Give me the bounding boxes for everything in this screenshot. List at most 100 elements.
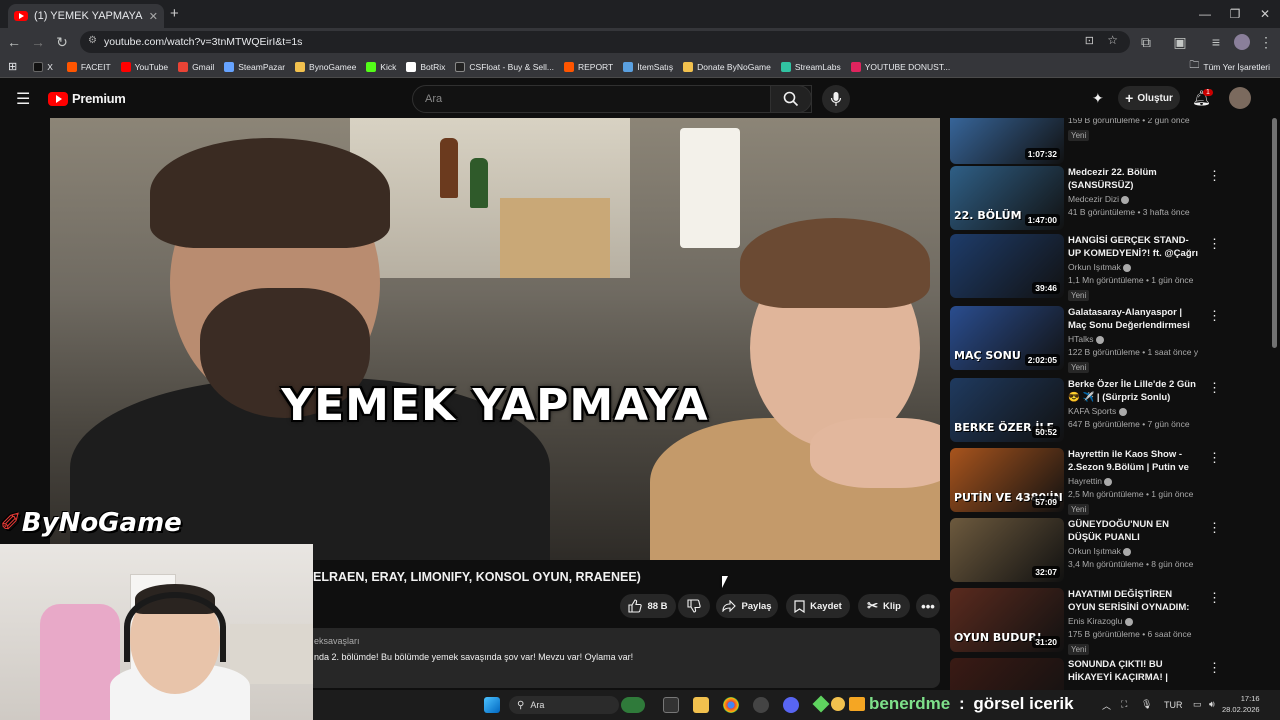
save-button[interactable]: Kaydet [786, 594, 850, 618]
more-vertical-icon[interactable]: ⋮ [1208, 520, 1221, 536]
video-title[interactable]: HANGİSİ GERÇEK STAND-UP KOMEDYENİ?! ft. … [1068, 234, 1198, 260]
profile-avatar[interactable] [1234, 34, 1250, 50]
clip-button[interactable]: ✂ Klip [858, 594, 910, 618]
restore-icon[interactable]: ❐ [1220, 4, 1250, 24]
bookmark-donate-bynogame[interactable]: Donate ByNoGame [683, 61, 771, 72]
video-thumbnail[interactable]: 22. BÖLÜM 1:47:00 [950, 166, 1064, 230]
like-button[interactable]: 88 B [620, 594, 676, 618]
tab-close-icon[interactable]: ✕ [149, 10, 158, 23]
media-icon[interactable]: ≡ [1206, 32, 1226, 52]
more-actions-button[interactable]: ••• [916, 594, 940, 618]
close-window-icon[interactable]: ✕ [1250, 4, 1280, 24]
more-vertical-icon[interactable]: ⋮ [1208, 380, 1221, 396]
video-title[interactable]: GÜNEYDOĞU'NUN EN DÜŞÜK PUANLI RESTORANTL… [1068, 518, 1198, 544]
bookmark-bynogamee[interactable]: BynoGamee [295, 61, 356, 72]
video-thumbnail[interactable]: 39:46 [950, 234, 1064, 298]
recommended-video[interactable]: MAÇ SONU 2:02:05 Galatasaray-Alanyaspor | … [950, 306, 1270, 373]
channel-name[interactable]: Medcezir Dizi [1068, 194, 1198, 204]
tray-chevron-icon[interactable]: ︿ [1102, 699, 1111, 712]
video-title[interactable]: SONUNDA ÇIKTI! BU HİKAYEYİ KAÇIRMA! | RE… [1068, 658, 1198, 684]
search-input[interactable]: Ara [412, 85, 812, 113]
video-thumbnail[interactable]: MAÇ SONU 2:02:05 [950, 306, 1064, 370]
bookmark-faceit[interactable]: FACEIT [66, 61, 111, 72]
channel-name[interactable]: Orkun Işıtmak [1068, 546, 1198, 556]
recommended-video[interactable]: 22. BÖLÜM 1:47:00 Medcezir 22. Bölüm (SANS… [950, 166, 1270, 232]
page-scrollbar[interactable] [1272, 118, 1277, 348]
forward-icon[interactable]: → [28, 32, 48, 52]
tray-volume-icon[interactable]: 🔊︎ [1209, 699, 1215, 710]
tab-active[interactable]: (1) YEMEK YAPMAYA GELDİK, D... ✕ [8, 4, 164, 28]
create-button[interactable]: + Oluştur [1118, 86, 1180, 110]
reload-icon[interactable]: ↻ [52, 32, 72, 52]
tray-mic-icon[interactable]: 🎙︎ [1141, 699, 1152, 710]
bookmark-csfloat[interactable]: CSFloat - Buy & Sell... [455, 61, 554, 72]
video-description[interactable]: eksavaşları nda 2. bölümde! Bu bölümde y… [306, 628, 940, 688]
video-thumbnail[interactable]: 32:07 [950, 518, 1064, 582]
start-windows-icon[interactable] [484, 697, 500, 713]
more-vertical-icon[interactable]: ⋮ [1208, 236, 1221, 252]
sidepanel-icon[interactable]: ▣ [1170, 32, 1190, 52]
minimize-icon[interactable]: — [1190, 4, 1220, 24]
taskbar-search[interactable]: ⚲ Ara [509, 696, 619, 714]
recommended-video[interactable]: 32:07 GÜNEYDOĞU'NUN EN DÜŞÜK PUANLI RESTO… [950, 518, 1270, 584]
share-button[interactable]: Paylaş [716, 594, 778, 618]
voice-search-button[interactable] [822, 85, 850, 113]
recommended-video[interactable]: PUTİN VE 4380'İN 57:09 Hayrettin ile Kaos … [950, 448, 1270, 515]
file-explorer-icon[interactable] [693, 697, 709, 713]
video-thumbnail[interactable]: BERKE ÖZER İLE 50:52 [950, 378, 1064, 442]
video-title[interactable]: Medcezir 22. Bölüm (SANSÜRSÜZ) [1068, 166, 1198, 192]
bookmark-youtube-donust[interactable]: YOUTUBE DONUST... [850, 61, 950, 72]
video-thumbnail[interactable]: RESIDENT EVIL [950, 658, 1064, 690]
bookmark-report[interactable]: REPORT [563, 61, 613, 72]
back-icon[interactable]: ← [4, 32, 24, 52]
more-vertical-icon[interactable]: ⋮ [1208, 168, 1221, 184]
video-title[interactable]: Berke Özer İle Lille'de 2 Gün 😎 ✈️ | (Sü… [1068, 378, 1198, 404]
youtube-logo[interactable]: Premium [48, 91, 126, 106]
video-thumbnail[interactable]: PUTİN VE 4380'İN 57:09 [950, 448, 1064, 512]
more-vertical-icon[interactable]: ⋮ [1208, 590, 1221, 606]
bookmark-itemsatis[interactable]: İtemSatış [623, 61, 673, 72]
recommended-video[interactable]: 39:46 HANGİSİ GERÇEK STAND-UP KOMEDYENİ?!… [950, 234, 1270, 301]
more-vertical-icon[interactable]: ⋮ [1208, 450, 1221, 466]
account-avatar[interactable] [1229, 87, 1251, 109]
language-indicator[interactable]: TUR [1164, 700, 1183, 710]
more-vertical-icon[interactable]: ⋮ [1208, 660, 1221, 676]
more-vertical-icon[interactable]: ⋮ [1208, 308, 1221, 324]
chrome-icon[interactable] [723, 697, 739, 713]
recommended-video[interactable]: BERKE ÖZER İLE 50:52 Berke Özer İle Lille'… [950, 378, 1270, 444]
premium-gift-icon[interactable]: ✦ [1092, 90, 1104, 107]
new-tab-button[interactable]: + [170, 5, 179, 22]
bookmark-star-icon[interactable]: ☆ [1107, 33, 1118, 47]
bookmark-kick[interactable]: Kick [366, 61, 396, 72]
hamburger-menu-icon[interactable]: ☰ [16, 89, 30, 109]
channel-name[interactable]: HTalks [1068, 334, 1198, 344]
all-bookmarks-folder[interactable]: 🗀 Tüm Yer İşaretleri [1189, 58, 1270, 75]
video-title[interactable]: Hayrettin ile Kaos Show - 2.Sezon 9.Bölü… [1068, 448, 1198, 474]
discord-icon[interactable] [783, 697, 799, 713]
dislike-button[interactable] [678, 594, 710, 618]
menu-dots-icon[interactable]: ⋮ [1256, 32, 1276, 52]
bookmark-youtube[interactable]: YouTube [120, 61, 168, 72]
apps-grid-icon[interactable]: ⊞ [8, 60, 17, 73]
tray-display-icon[interactable]: ▭ [1193, 699, 1202, 710]
search-button[interactable] [770, 85, 812, 113]
url-bar[interactable]: ⚙ youtube.com/watch?v=3tnMTWQEirI&t=1s ⊡… [80, 31, 1130, 53]
weather-icon[interactable] [621, 697, 645, 713]
bookmark-gmail[interactable]: Gmail [178, 61, 214, 72]
video-thumbnail[interactable]: OYUN BUDUR! 31:20 [950, 588, 1064, 652]
video-player[interactable]: YEMEK YAPMAYA [50, 118, 940, 560]
site-info-icon[interactable]: ⚙ [88, 35, 97, 46]
extensions-icon[interactable]: ⧉ [1136, 32, 1156, 52]
video-thumbnail[interactable]: 1:07:32 [950, 118, 1064, 164]
bookmark-steampazar[interactable]: SteamPazar [224, 61, 285, 72]
video-title[interactable]: HAYATIMI DEĞİŞTİREN OYUN SERİSİNİ OYNADI… [1068, 588, 1198, 614]
bookmark-streamlabs[interactable]: StreamLabs [780, 61, 841, 72]
channel-name[interactable]: KAFA Sports [1068, 406, 1198, 416]
recommended-video[interactable]: RESIDENT EVILSONUNDA ÇIKTI! BU HİKAYEYİ … [950, 658, 1270, 690]
bookmark-x[interactable]: X [33, 61, 53, 72]
bookmark-botrix[interactable]: BotRix [406, 61, 445, 72]
video-title[interactable]: Galatasaray-Alanyaspor | Maç Sonu Değerl… [1068, 306, 1198, 332]
taskbar-clock[interactable]: 17:16 28.02.2026 [1222, 693, 1260, 715]
tray-network-icon[interactable]: ⛶ [1121, 699, 1127, 710]
obs-icon[interactable] [753, 697, 769, 713]
